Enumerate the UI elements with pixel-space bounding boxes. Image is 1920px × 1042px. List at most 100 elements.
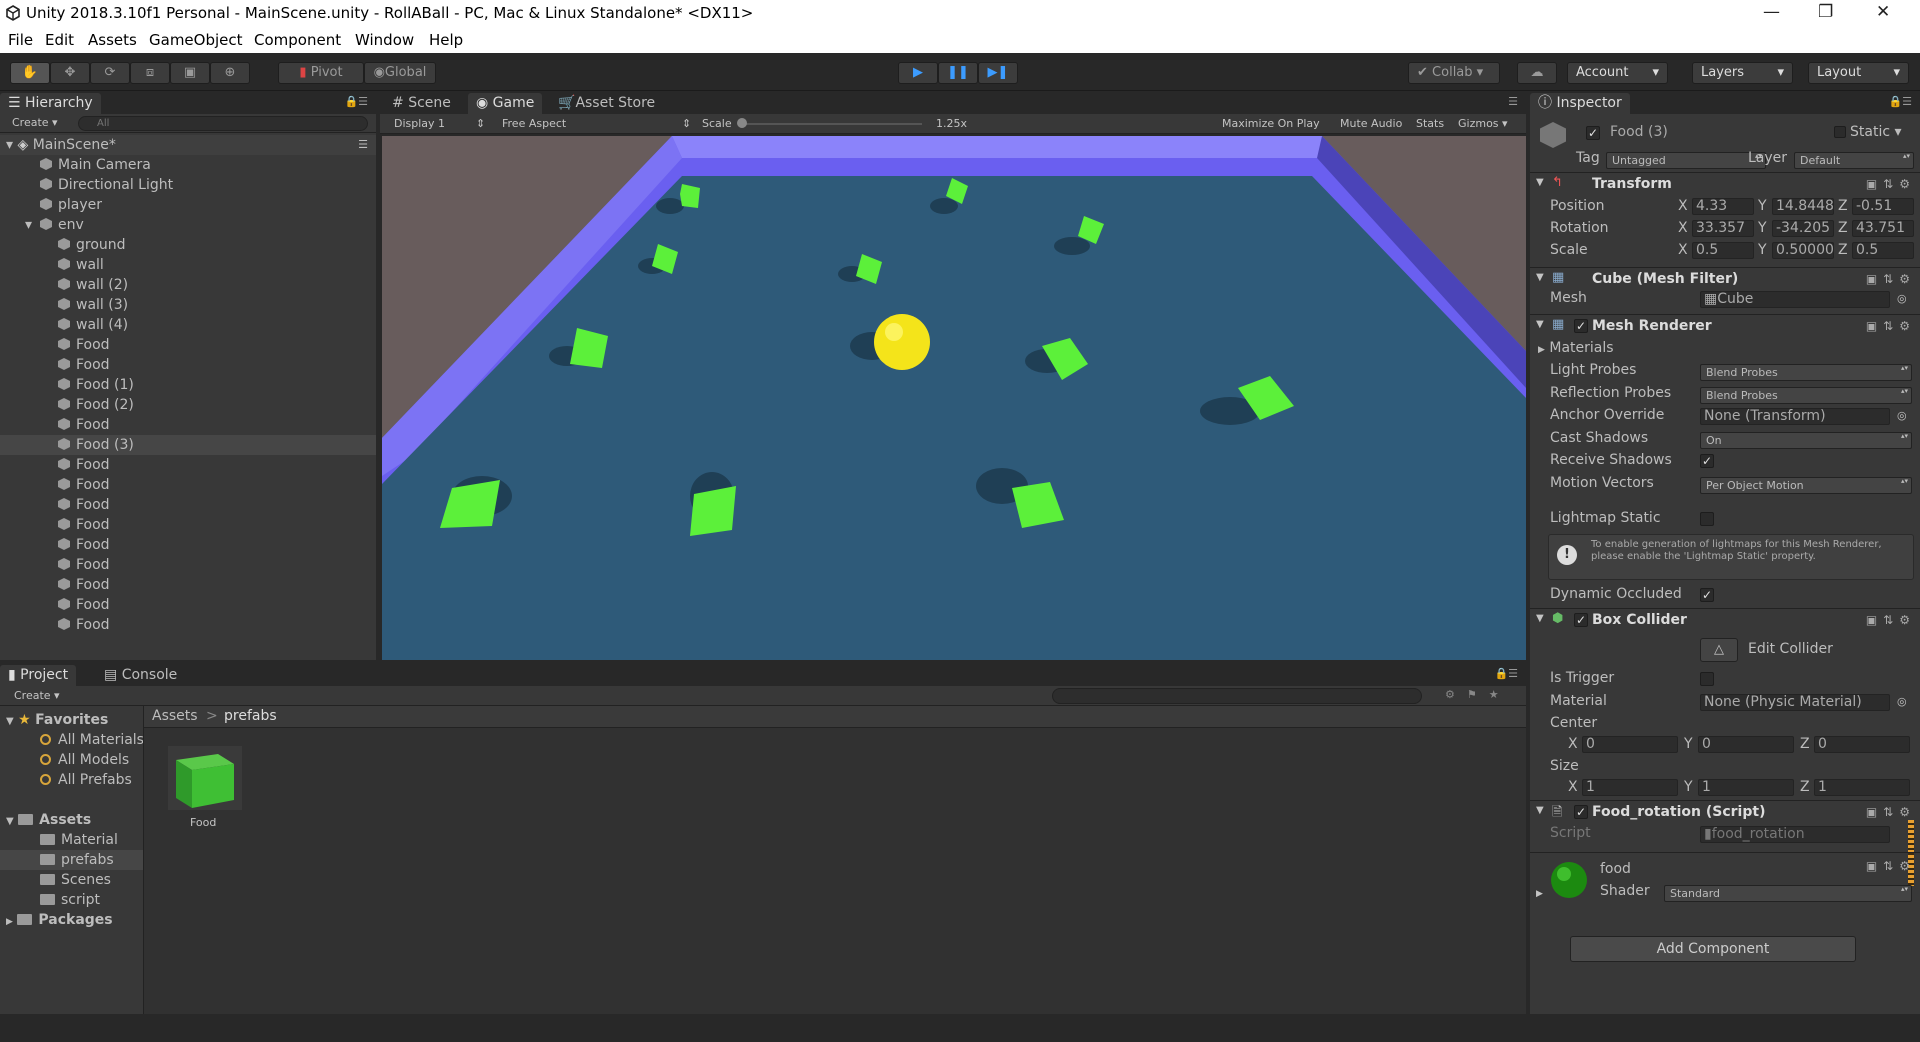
center-x-field[interactable]: 0 — [1582, 736, 1678, 753]
scale-slider-track[interactable] — [742, 123, 922, 125]
asset-item-food[interactable]: Food — [168, 746, 242, 832]
edit-collider-button[interactable]: △ — [1700, 638, 1738, 662]
tab-scene[interactable]: # Scene — [384, 93, 459, 114]
script-header[interactable]: ▼ 🗎 ✓ Food_rotation (Script) ▣⇅⚙ — [1530, 800, 1920, 824]
hierarchy-item[interactable]: Food — [0, 575, 376, 595]
size-y-field[interactable]: 1 — [1698, 779, 1794, 796]
tab-project[interactable]: ▮ Project — [0, 665, 77, 686]
component-actions-icon[interactable]: ▣⇅⚙ — [1866, 859, 1916, 873]
play-button[interactable]: ▶ — [898, 62, 938, 84]
is-trigger-checkbox[interactable] — [1700, 672, 1714, 686]
menu-component[interactable]: Component — [254, 31, 341, 49]
box-collider-header[interactable]: ▼ ⬢ ✓ Box Collider ▣⇅⚙ — [1530, 608, 1920, 632]
dynamic-occluded-checkbox[interactable]: ✓ — [1700, 588, 1714, 602]
breadcrumb-prefabs[interactable]: prefabs — [224, 708, 277, 724]
breadcrumb-assets[interactable]: Assets — [152, 708, 198, 724]
minimize-button[interactable]: — — [1763, 2, 1780, 22]
position-z-field[interactable]: -0.51 — [1852, 198, 1914, 215]
pause-button[interactable]: ❚❚ — [938, 62, 978, 84]
hierarchy-item[interactable]: Main Camera — [0, 155, 376, 175]
mesh-filter-header[interactable]: ▼ ▦ Cube (Mesh Filter) ▣⇅⚙ — [1530, 267, 1920, 291]
asset-folder[interactable]: prefabs — [0, 850, 143, 870]
tab-hierarchy[interactable]: ☰ Hierarchy — [0, 93, 101, 114]
hierarchy-item[interactable]: ▾ env — [0, 215, 376, 235]
layer-dropdown[interactable]: Default — [1794, 152, 1914, 169]
project-create-button[interactable]: Create ▾ — [14, 689, 60, 702]
scale-slider-thumb[interactable] — [737, 118, 747, 128]
display-dropdown[interactable]: Display 1 — [394, 117, 445, 130]
panel-menu-icon[interactable]: 🔒☰ — [1888, 95, 1912, 108]
hand-tool-button[interactable]: ✋ — [10, 62, 50, 84]
light-probes-dropdown[interactable]: Blend Probes — [1700, 364, 1912, 381]
active-checkbox[interactable]: ✓ — [1586, 126, 1600, 140]
menu-window[interactable]: Window — [355, 31, 414, 49]
mesh-field[interactable]: ▦Cube — [1700, 291, 1890, 308]
size-x-field[interactable]: 1 — [1582, 779, 1678, 796]
object-name-field[interactable]: Food (3) — [1606, 124, 1832, 141]
center-y-field[interactable]: 0 — [1698, 736, 1794, 753]
tab-inspector[interactable]: ⓘ Inspector — [1530, 93, 1630, 114]
menu-file[interactable]: File — [8, 31, 33, 49]
physic-material-field[interactable]: None (Physic Material) — [1700, 694, 1890, 711]
game-viewport[interactable] — [382, 136, 1526, 660]
hierarchy-item[interactable]: Food — [0, 595, 376, 615]
aspect-dropdown[interactable]: Free Aspect — [502, 117, 566, 130]
size-z-field[interactable]: 1 — [1814, 779, 1910, 796]
tab-asset-store[interactable]: 🛒Asset Store — [550, 93, 663, 114]
scale-x-field[interactable]: 0.5 — [1692, 242, 1754, 259]
scale-z-field[interactable]: 0.5 — [1852, 242, 1914, 259]
rotation-z-field[interactable]: 43.751 — [1852, 220, 1914, 237]
component-actions-icon[interactable]: ▣⇅⚙ — [1866, 177, 1916, 191]
component-actions-icon[interactable]: ▣⇅⚙ — [1866, 272, 1916, 286]
cast-shadows-dropdown[interactable]: On — [1700, 432, 1912, 449]
hierarchy-item[interactable]: Food — [0, 615, 376, 635]
tab-console[interactable]: ▤ Console — [96, 665, 185, 686]
component-actions-icon[interactable]: ▣⇅⚙ — [1866, 805, 1916, 819]
hierarchy-item[interactable]: wall (4) — [0, 315, 376, 335]
hierarchy-item[interactable]: Food — [0, 335, 376, 355]
mesh-renderer-enabled-checkbox[interactable]: ✓ — [1574, 319, 1588, 333]
asset-folder[interactable]: script — [0, 890, 143, 910]
layout-dropdown[interactable]: Layout ▾ — [1808, 62, 1909, 84]
mesh-renderer-header[interactable]: ▼ ▦ ✓ Mesh Renderer ▣⇅⚙ — [1530, 314, 1920, 338]
pivot-toggle[interactable]: ▮ Pivot — [278, 62, 364, 84]
account-dropdown[interactable]: Account ▾ — [1567, 62, 1668, 84]
global-toggle[interactable]: ◉Global — [364, 62, 436, 84]
panel-menu-icon[interactable]: 🔒☰ — [1494, 667, 1518, 680]
component-actions-icon[interactable]: ▣⇅⚙ — [1866, 613, 1916, 627]
static-checkbox[interactable] — [1834, 126, 1846, 138]
box-collider-enabled-checkbox[interactable]: ✓ — [1574, 613, 1588, 627]
cloud-button[interactable]: ☁ — [1517, 62, 1557, 84]
chevron-right-icon[interactable]: ▶ — [1536, 889, 1543, 899]
move-tool-button[interactable]: ✥ — [50, 62, 90, 84]
hierarchy-item[interactable]: Food (2) — [0, 395, 376, 415]
add-component-button[interactable]: Add Component — [1570, 936, 1856, 962]
tag-dropdown[interactable]: Untagged — [1606, 152, 1766, 169]
scale-y-field[interactable]: 0.50000 — [1772, 242, 1834, 259]
asset-folder[interactable]: Scenes — [0, 870, 143, 890]
rect-tool-button[interactable]: ▣ — [170, 62, 210, 84]
packages-foldout[interactable]: ▶ Packages — [0, 910, 143, 930]
close-button[interactable]: ✕ — [1876, 2, 1890, 22]
hierarchy-item[interactable]: Food (3) — [0, 435, 376, 455]
object-picker-icon[interactable]: ◎ — [1897, 292, 1907, 305]
hierarchy-item[interactable]: Food — [0, 355, 376, 375]
center-z-field[interactable]: 0 — [1814, 736, 1910, 753]
favorite-item[interactable]: All Models — [0, 750, 143, 770]
menu-help[interactable]: Help — [429, 31, 463, 49]
hierarchy-create-button[interactable]: Create ▾ — [12, 116, 58, 129]
hierarchy-item[interactable]: Food — [0, 515, 376, 535]
hierarchy-search-input[interactable] — [78, 116, 368, 131]
position-x-field[interactable]: 4.33 — [1692, 198, 1754, 215]
rotation-y-field[interactable]: -34.205 — [1772, 220, 1834, 237]
component-actions-icon[interactable]: ▣⇅⚙ — [1866, 319, 1916, 333]
hierarchy-item[interactable]: Directional Light — [0, 175, 376, 195]
stats-toggle[interactable]: Stats — [1416, 117, 1444, 130]
position-y-field[interactable]: 14.8448 — [1772, 198, 1834, 215]
materials-foldout[interactable]: ▶ Materials — [1538, 340, 1614, 356]
hierarchy-item[interactable]: wall — [0, 255, 376, 275]
scene-row[interactable]: ▾ ◈ MainScene* ☰ — [0, 135, 376, 155]
shader-dropdown[interactable]: Standard — [1664, 885, 1912, 902]
maximize-on-play-toggle[interactable]: Maximize On Play — [1222, 117, 1320, 130]
script-enabled-checkbox[interactable]: ✓ — [1574, 805, 1588, 819]
